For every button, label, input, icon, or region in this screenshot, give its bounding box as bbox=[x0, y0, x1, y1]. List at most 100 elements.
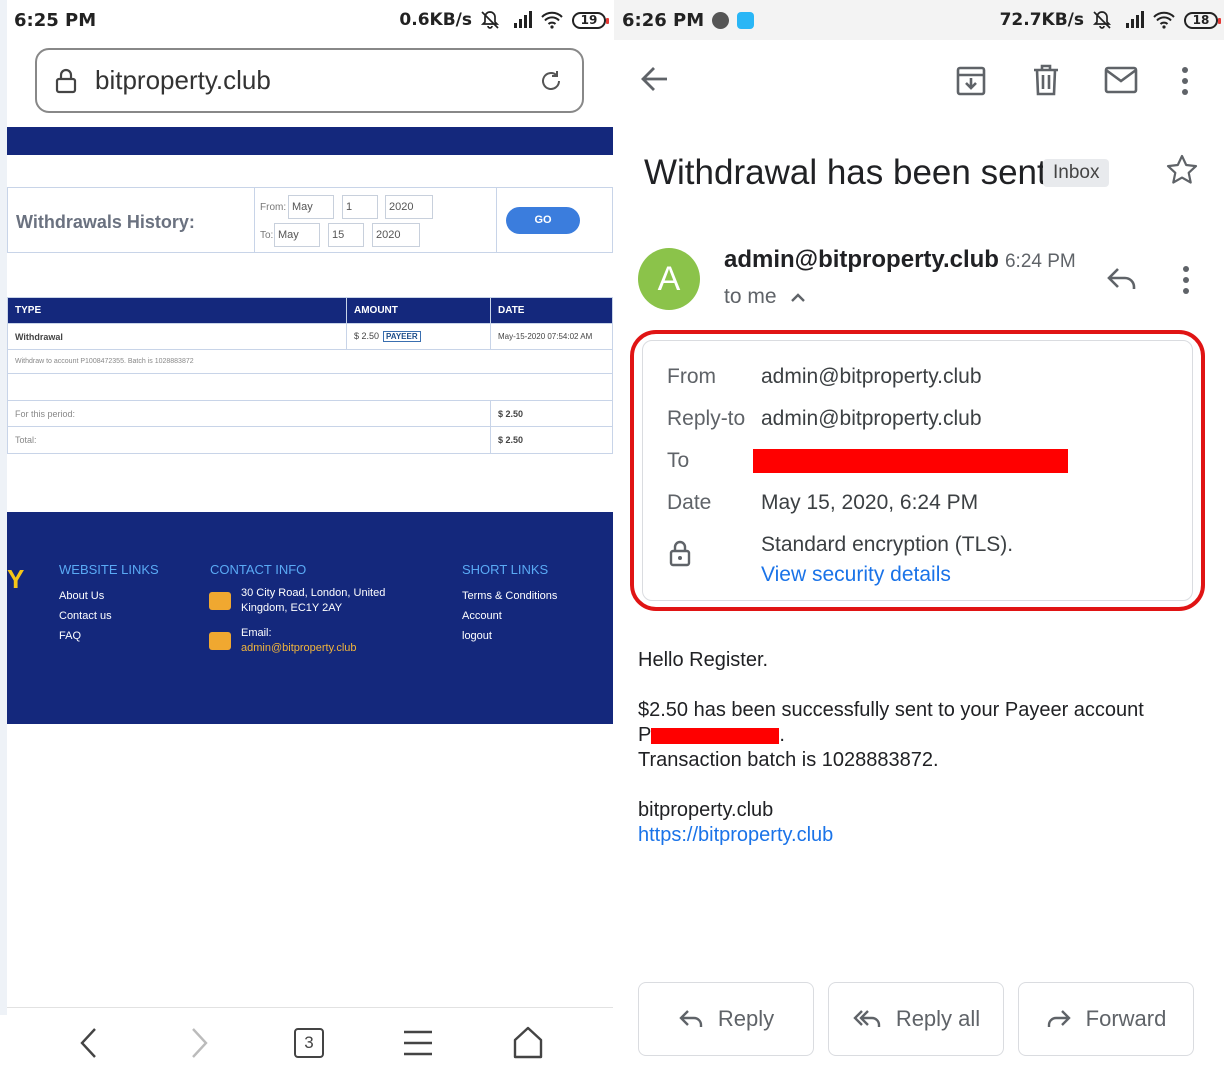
reload-icon[interactable] bbox=[538, 68, 564, 94]
table-row-note: Withdraw to account P1008472355. Batch i… bbox=[7, 349, 613, 374]
battery-icon: 18 bbox=[1184, 11, 1221, 29]
status-bar: 6:25 PM 0.6KB/s 19 bbox=[14, 0, 609, 40]
mute-bell-icon bbox=[480, 11, 500, 29]
cell-date: May-15-2020 07:54:02 AM bbox=[490, 323, 613, 350]
encryption-text: Standard encryption (TLS). bbox=[761, 533, 1014, 556]
from-year-select[interactable]: 2020 bbox=[385, 195, 433, 219]
delete-icon[interactable] bbox=[1032, 64, 1060, 96]
battery-icon: 19 bbox=[572, 11, 609, 29]
footer-link-about[interactable]: About Us bbox=[59, 590, 104, 602]
forward-button[interactable]: Forward bbox=[1018, 982, 1194, 1056]
left-phone-browser: 6:25 PM 0.6KB/s 19 bitproperty.club With… bbox=[0, 0, 614, 1080]
to-label: To bbox=[667, 449, 690, 472]
cell-type: Withdrawal bbox=[7, 323, 347, 350]
recipient-toggle[interactable]: to me bbox=[724, 285, 806, 309]
account-prefix: P bbox=[638, 724, 652, 746]
reply-icon[interactable] bbox=[1106, 266, 1138, 292]
website-links-title: WEBSITE LINKS bbox=[59, 562, 159, 577]
date-value: May 15, 2020, 6:24 PM bbox=[761, 491, 979, 514]
from-month-select[interactable]: May bbox=[288, 195, 334, 219]
site-logo-fragment: Y bbox=[7, 564, 25, 594]
footer-email-link[interactable]: admin@bitproperty.club bbox=[241, 642, 357, 654]
go-button[interactable]: GO bbox=[506, 207, 580, 234]
menu-icon[interactable] bbox=[403, 1030, 433, 1056]
browser-bottom-nav: 3 bbox=[7, 1007, 613, 1080]
right-phone-gmail: 6:26 PM 72.7KB/s 18 Withdrawal has been … bbox=[614, 0, 1224, 1080]
tabs-button[interactable]: 3 bbox=[294, 1028, 324, 1058]
details-card: From admin@bitproperty.club Reply-to adm… bbox=[642, 340, 1193, 601]
table-row-empty bbox=[7, 373, 613, 401]
sender-line: admin@bitproperty.club 6:24 PM bbox=[724, 246, 1076, 274]
footer-link-account[interactable]: Account bbox=[462, 610, 502, 622]
table-row-period: For this period: $ 2.50 bbox=[7, 400, 613, 427]
view-security-details-link[interactable]: View security details bbox=[761, 563, 951, 587]
col-type: TYPE bbox=[7, 297, 347, 324]
status-bar: 6:26 PM 72.7KB/s 18 bbox=[622, 0, 1221, 40]
table-row-total: Total: $ 2.50 bbox=[7, 426, 613, 454]
more-vert-icon[interactable] bbox=[1181, 265, 1191, 295]
reply-icon bbox=[679, 1010, 703, 1027]
divider bbox=[496, 188, 497, 252]
network-speed: 0.6KB/s bbox=[399, 10, 472, 30]
withdrawals-history-form: Withdrawals History: From: May 1 2020 To… bbox=[7, 187, 613, 253]
back-icon[interactable] bbox=[77, 1026, 101, 1060]
lock-icon bbox=[55, 68, 77, 93]
forward-icon bbox=[1047, 1010, 1071, 1027]
home-icon[interactable] bbox=[512, 1025, 544, 1059]
col-amount: AMOUNT bbox=[346, 297, 491, 324]
footer-link-faq[interactable]: FAQ bbox=[59, 630, 81, 642]
signal-icon bbox=[1126, 11, 1144, 28]
table-header-row: TYPE AMOUNT DATE bbox=[7, 297, 613, 324]
reply-all-button[interactable]: Reply all bbox=[828, 982, 1004, 1056]
message-details-box: From admin@bitproperty.club Reply-to adm… bbox=[630, 330, 1205, 611]
site-footer: Y WEBSITE LINKS About Us Contact us FAQ … bbox=[7, 512, 613, 724]
sent-time: 6:24 PM bbox=[1004, 251, 1076, 272]
reply-label: Reply bbox=[717, 1006, 775, 1031]
to-year-select[interactable]: 2020 bbox=[372, 223, 420, 247]
wifi-icon bbox=[541, 11, 563, 29]
signal-icon bbox=[514, 11, 532, 28]
url-bar[interactable]: bitproperty.club bbox=[35, 48, 584, 113]
star-icon[interactable] bbox=[1165, 153, 1199, 187]
contact-info-title: CONTACT INFO bbox=[210, 562, 307, 577]
payeer-logo: PAYEER bbox=[383, 331, 421, 342]
mark-unread-icon[interactable] bbox=[1104, 66, 1138, 94]
reply-button[interactable]: Reply bbox=[638, 982, 814, 1056]
mute-bell-icon bbox=[1092, 11, 1112, 29]
withdrawals-table: TYPE AMOUNT DATE Withdrawal $ 2.50 PAYEER… bbox=[7, 297, 613, 454]
col-date: DATE bbox=[490, 297, 613, 324]
to-day-select[interactable]: 15 bbox=[328, 223, 364, 247]
sender-avatar[interactable]: A bbox=[638, 248, 700, 310]
body-line-2: P. bbox=[638, 723, 1144, 748]
forward-icon[interactable] bbox=[187, 1026, 211, 1060]
period-label: For this period: bbox=[7, 400, 491, 427]
history-title: Withdrawals History: bbox=[16, 212, 195, 232]
forward-label: Forward bbox=[1085, 1006, 1167, 1031]
envelope-icon bbox=[209, 632, 231, 650]
divider bbox=[254, 188, 255, 252]
more-vert-icon[interactable] bbox=[1180, 66, 1190, 96]
from-day-select[interactable]: 1 bbox=[342, 195, 378, 219]
email-subject: Withdrawal has been sent bbox=[644, 153, 1047, 192]
archive-icon[interactable] bbox=[956, 64, 986, 96]
app-notification-icon bbox=[737, 11, 755, 29]
footer-link-contact[interactable]: Contact us bbox=[59, 610, 112, 622]
to-label: To: bbox=[260, 230, 274, 241]
signature: bitproperty.club bbox=[638, 799, 774, 821]
redacted-account bbox=[651, 727, 780, 744]
messenger-icon bbox=[712, 11, 730, 29]
inbox-label-chip[interactable]: Inbox bbox=[1043, 159, 1110, 187]
site-link[interactable]: https://bitproperty.club bbox=[638, 823, 1144, 848]
lock-icon bbox=[669, 540, 691, 567]
email-label: Email: bbox=[241, 627, 272, 639]
to-month-select[interactable]: May bbox=[274, 223, 320, 247]
from-label: From: bbox=[260, 202, 287, 213]
footer-link-terms[interactable]: Terms & Conditions bbox=[462, 590, 557, 602]
email-body: Hello Register. $2.50 has been successfu… bbox=[638, 648, 1144, 848]
site-header-banner bbox=[7, 127, 613, 155]
footer-link-logout[interactable]: logout bbox=[462, 630, 492, 642]
from-label: From bbox=[667, 365, 716, 388]
address-line-1: 30 City Road, London, United bbox=[241, 587, 386, 599]
reply-all-label: Reply all bbox=[895, 1006, 981, 1031]
back-arrow-icon[interactable] bbox=[640, 64, 670, 94]
